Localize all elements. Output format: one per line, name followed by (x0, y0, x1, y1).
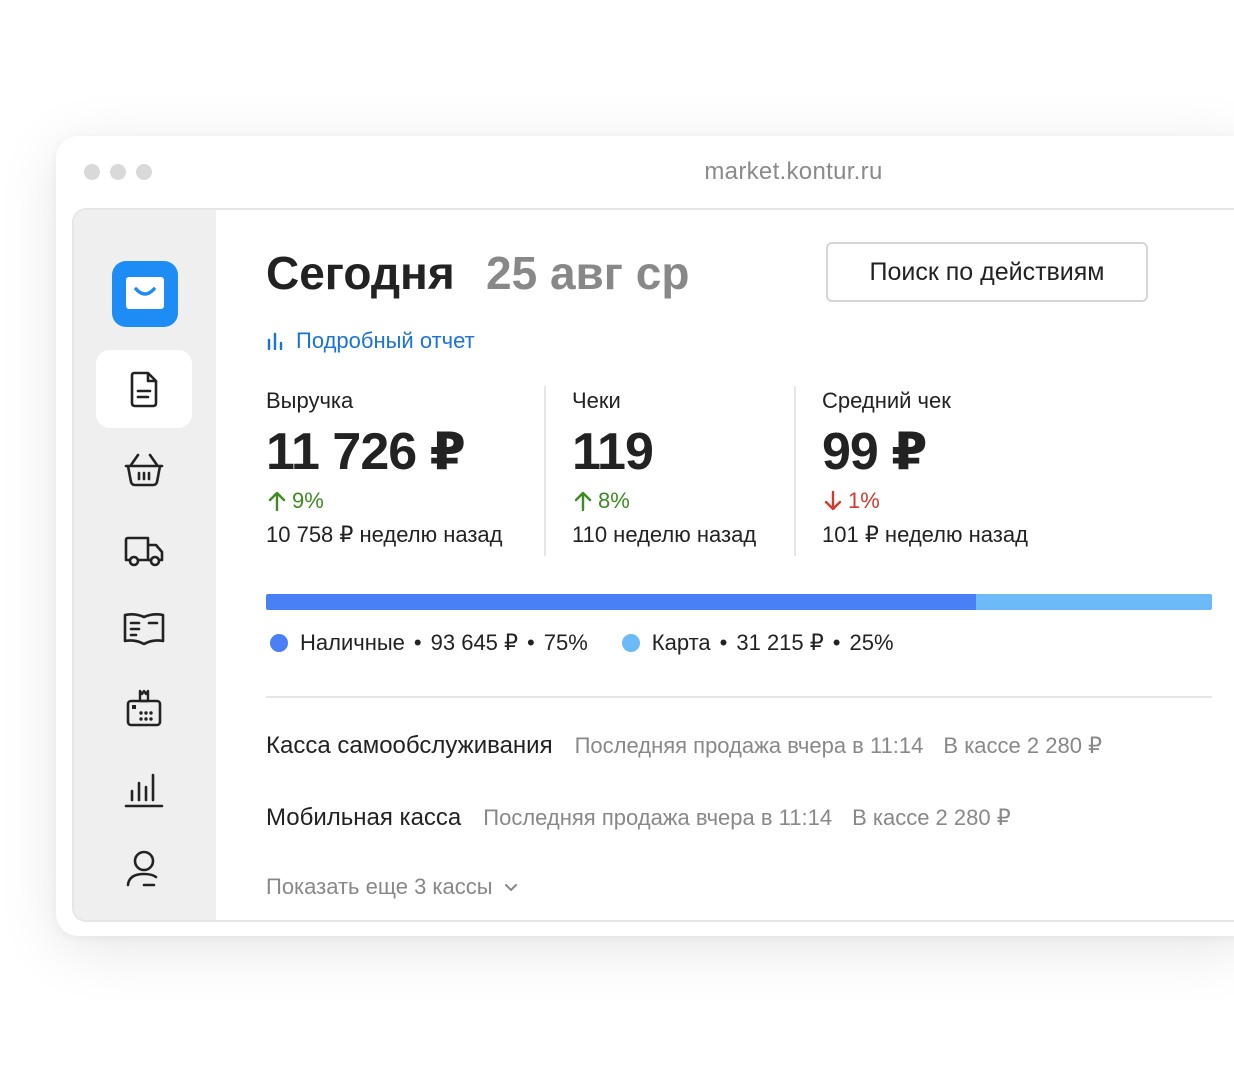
kassa-balance: В кассе 2 280 ₽ (943, 733, 1103, 758)
payment-legend: Наличные • 93 645 ₽ • 75% Карта • 31 215… (270, 630, 894, 656)
chevron-down-icon (504, 884, 517, 891)
metric-previous: 101 ₽ неделю назад (822, 522, 1028, 547)
app-frame: Сегодня 25 авг ср Поиск по действиям Под… (72, 208, 1234, 922)
metric-value: 119 (572, 423, 654, 481)
metric-label: Выручка (266, 388, 354, 413)
bar-chart-icon (124, 773, 164, 808)
cash-legend-amount: 93 645 ₽ (430, 630, 519, 655)
card-legend-percent: 25% (849, 630, 894, 655)
sidebar-item-delivery[interactable] (96, 511, 192, 589)
metric-label: Чеки (572, 388, 621, 413)
document-icon (130, 371, 158, 408)
show-more-label: Показать еще 3 кассы (266, 874, 493, 899)
truck-icon (124, 536, 164, 567)
metric-previous: 10 758 ₽ неделю назад (266, 522, 503, 547)
metric-value: 99 ₽ (822, 423, 927, 481)
metric-divider (794, 386, 796, 556)
cash-segment (266, 594, 976, 610)
book-icon (123, 613, 165, 646)
arrow-down-icon (824, 490, 842, 511)
sidebar-item-goods[interactable] (96, 431, 192, 509)
arrow-up-icon (268, 491, 286, 512)
address-bar[interactable]: market.kontur.ru (56, 158, 1234, 186)
arrow-up-icon (574, 491, 592, 512)
cash-register-icon (126, 689, 162, 727)
main-content: Сегодня 25 авг ср Поиск по действиям Под… (216, 210, 1234, 920)
metric-divider (544, 386, 546, 556)
detailed-report-label: Подробный отчет (296, 328, 475, 353)
metric-value: 11 726 ₽ (266, 423, 466, 481)
user-icon (126, 850, 158, 887)
metric-checks: Чеки 119 8% 110 неделю назад (572, 388, 756, 558)
page-date: 25 авг ср (486, 247, 690, 299)
cash-legend-dot (270, 634, 288, 652)
metric-change-value: 1% (848, 488, 880, 513)
kassa-balance: В кассе 2 280 ₽ (852, 805, 1011, 830)
detailed-report-link[interactable]: Подробный отчет (266, 328, 475, 354)
search-actions-button[interactable]: Поиск по действиям (826, 242, 1148, 302)
cash-legend-label: Наличные (300, 630, 405, 655)
kassa-row[interactable]: Мобильная касса Последняя продажа вчера … (266, 804, 1031, 832)
metric-change: 9% (266, 488, 503, 514)
card-legend-dot (621, 634, 640, 652)
app-logo[interactable] (112, 261, 178, 327)
sidebar-item-catalog[interactable] (96, 590, 192, 668)
metric-average-check: Средний чек 99 ₽ 1% 101 ₽ неделю назад (822, 388, 1028, 558)
bar-chart-icon (267, 332, 283, 351)
cash-legend-percent: 75% (543, 630, 588, 655)
shopping-bag-icon (126, 277, 164, 309)
metric-change-value: 9% (292, 488, 324, 513)
metric-change-value: 8% (598, 488, 630, 513)
metric-previous: 110 неделю назад (572, 522, 757, 547)
kassa-last-sale: Последняя продажа вчера в 11:14 (483, 805, 833, 830)
kassa-name: Мобильная касса (266, 804, 462, 831)
card-legend-label: Карта (651, 630, 711, 655)
kassa-row[interactable]: Касса самообслуживания Последняя продажа… (266, 732, 1122, 760)
sidebar-item-cashbox[interactable] (96, 670, 192, 748)
card-segment (975, 594, 1212, 610)
browser-window: market.kontur.ru Сегодня 25 авг ср Поиск… (56, 136, 1234, 936)
metric-revenue: Выручка 11 726 ₽ 9% 10 758 ₽ неделю наза… (266, 388, 503, 558)
metric-change: 8% (572, 488, 756, 514)
page-title: Сегодня (266, 247, 455, 299)
metric-label: Средний чек (822, 388, 951, 413)
section-divider (266, 696, 1212, 698)
show-more-kassas-button[interactable]: Показать еще 3 кассы (266, 874, 519, 900)
kassa-name: Касса самообслуживания (266, 732, 553, 759)
sidebar (74, 210, 216, 920)
basket-icon (124, 453, 164, 487)
metric-change: 1% (822, 488, 1028, 514)
sidebar-item-profile[interactable] (96, 829, 192, 907)
kassa-last-sale: Последняя продажа вчера в 11:14 (574, 733, 924, 758)
payment-split-bar (266, 594, 1212, 610)
sidebar-item-documents[interactable] (96, 350, 192, 428)
sidebar-item-reports[interactable] (96, 750, 192, 828)
card-legend-amount: 31 215 ₽ (736, 630, 824, 655)
